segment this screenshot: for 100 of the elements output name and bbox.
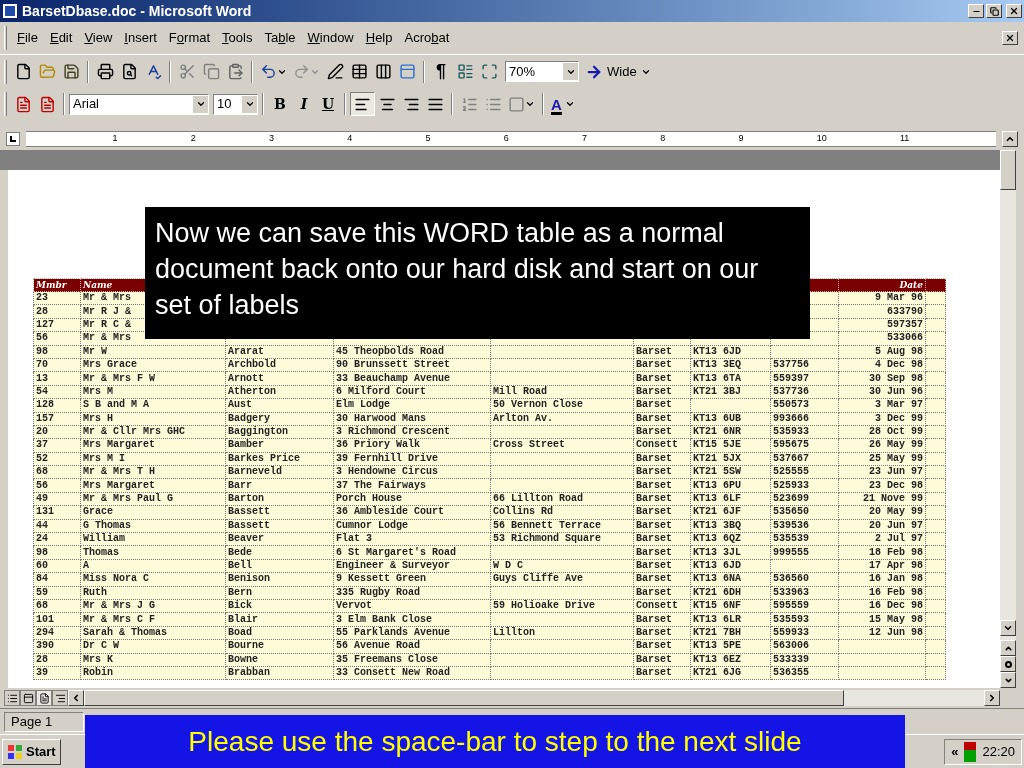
scroll-left-button[interactable] <box>68 690 84 706</box>
table-cell: 18 Feb 98 <box>869 546 923 558</box>
table-cell: Barset <box>636 399 672 411</box>
close-button[interactable] <box>1006 4 1022 18</box>
clock: 22:20 <box>982 742 1015 761</box>
outline-view-button[interactable] <box>52 690 68 706</box>
menu-item[interactable]: Acrobat <box>398 28 456 48</box>
table-cell: Arlton Av. <box>493 412 553 424</box>
table-cell: 533963 <box>773 586 809 598</box>
table-cell: 44 <box>36 519 48 531</box>
table-cell: 597357 <box>887 318 923 330</box>
browse-object-button[interactable] <box>1000 656 1016 672</box>
italic-button[interactable]: I <box>292 92 316 116</box>
start-button[interactable]: Start <box>2 738 61 765</box>
show-formatting-button[interactable]: ¶ <box>429 59 453 84</box>
scroll-up-button[interactable] <box>1002 131 1018 147</box>
next-page-button[interactable] <box>1000 672 1016 688</box>
table-cell: KT13 6EZ <box>693 653 741 665</box>
restore-button[interactable] <box>986 4 1002 18</box>
table-cell: 16 Dec 98 <box>869 600 923 612</box>
minimize-button[interactable] <box>968 4 984 18</box>
ruler-number: 4 <box>347 132 353 146</box>
print-layout-button[interactable] <box>36 690 52 706</box>
table-cell: Atherton <box>228 385 276 397</box>
web-view-button[interactable] <box>20 690 36 706</box>
underline-button[interactable]: U <box>316 92 340 116</box>
table-cell: Cross Street <box>493 439 565 451</box>
tray-expand-button[interactable]: « <box>951 741 959 762</box>
scroll-down-button[interactable] <box>1000 620 1016 636</box>
table-cell: 30 Jun 96 <box>869 385 923 397</box>
close-document-button[interactable] <box>1002 31 1018 45</box>
table-cell: 550573 <box>773 399 809 411</box>
ruler-number: 5 <box>425 132 431 146</box>
table-cell: Porch House <box>336 493 402 505</box>
table-cell: Consett <box>636 439 678 451</box>
close-icon <box>1005 33 1015 43</box>
column-header: Date <box>899 279 923 290</box>
table-cell: 16 Feb 98 <box>869 586 923 598</box>
zoom-dropdown[interactable]: 70% <box>505 61 579 82</box>
page-icon <box>38 692 50 704</box>
table-cell: Benison <box>228 573 270 585</box>
table-cell: 5 Aug 98 <box>875 345 923 357</box>
table-cell: 28 <box>36 305 48 317</box>
horizontal-scrollbar[interactable] <box>84 690 984 706</box>
wide-button[interactable]: Wide <box>585 59 651 84</box>
table-cell: 66 Lillton Road <box>493 493 583 505</box>
menu-item[interactable]: Help <box>359 28 399 48</box>
menu-item[interactable]: File <box>11 28 44 48</box>
table-cell: Consett <box>636 600 678 612</box>
table-cell: 68 <box>36 600 48 612</box>
table-cell: 28 <box>36 653 48 665</box>
vertical-scrollbar[interactable] <box>1000 150 1016 688</box>
table-cell: 39 <box>36 667 48 679</box>
bold-button[interactable]: B <box>268 92 292 116</box>
table-cell: 6 St Margaret's Road <box>336 546 457 558</box>
menu-item[interactable]: Tools <box>216 28 259 48</box>
scroll-thumb[interactable] <box>1000 150 1016 190</box>
table-cell: 6 Milford Court <box>336 385 426 397</box>
previous-page-button[interactable] <box>1000 640 1016 656</box>
table-cell: 24 <box>36 533 48 545</box>
scroll-thumb[interactable] <box>84 690 844 706</box>
table-cell: 56 <box>36 479 48 491</box>
table-cell: Miss Nora C <box>83 573 149 585</box>
font-size-dropdown[interactable]: 10 <box>213 93 258 115</box>
normal-view-button[interactable] <box>4 690 20 706</box>
table-cell: 633790 <box>887 305 923 317</box>
border-icon <box>508 95 525 113</box>
menu-item[interactable]: Window <box>301 28 360 48</box>
menu-item[interactable]: Edit <box>43 28 79 48</box>
table-cell: Barset <box>636 626 672 638</box>
align-left-icon[interactable] <box>350 92 375 116</box>
table-cell: Barset <box>636 412 672 424</box>
table-cell: Beaver <box>228 533 264 545</box>
menu-item[interactable]: Insert <box>118 28 163 48</box>
table-cell: 535539 <box>773 533 809 545</box>
table-cell: Mrs K <box>83 653 113 665</box>
table-cell: 39 Fernhill Drive <box>336 452 439 464</box>
ruler-number: 7 <box>582 132 587 146</box>
font-color-button[interactable]: A <box>548 92 578 116</box>
table-cell: Barset <box>636 345 672 357</box>
table-cell: 98 <box>36 345 48 357</box>
table-cell: Guys Cliffe Ave <box>493 573 583 585</box>
menu-item[interactable]: Table <box>258 28 302 48</box>
font-dropdown[interactable]: Arial <box>69 93 209 115</box>
tab-stop-icon[interactable] <box>6 132 20 146</box>
table-cell: Boad <box>228 626 252 638</box>
table-cell: Bell <box>228 560 252 571</box>
table-cell: 535593 <box>773 613 809 625</box>
table-cell: KT21 3BJ <box>693 385 741 397</box>
table-cell: 17 Apr 98 <box>869 560 923 571</box>
menu-item[interactable]: View <box>78 28 119 48</box>
table-cell: Flat 3 <box>336 533 372 545</box>
caret-icon <box>244 99 255 109</box>
menu-item[interactable]: Format <box>162 28 217 48</box>
scroll-right-button[interactable] <box>984 690 1000 706</box>
table-cell: Barset <box>636 640 672 652</box>
ruler-number: 9 <box>738 132 744 146</box>
table-cell: Elm Lodge <box>336 399 390 411</box>
lines-icon <box>6 692 18 704</box>
table-cell: KT13 6UB <box>693 412 741 424</box>
